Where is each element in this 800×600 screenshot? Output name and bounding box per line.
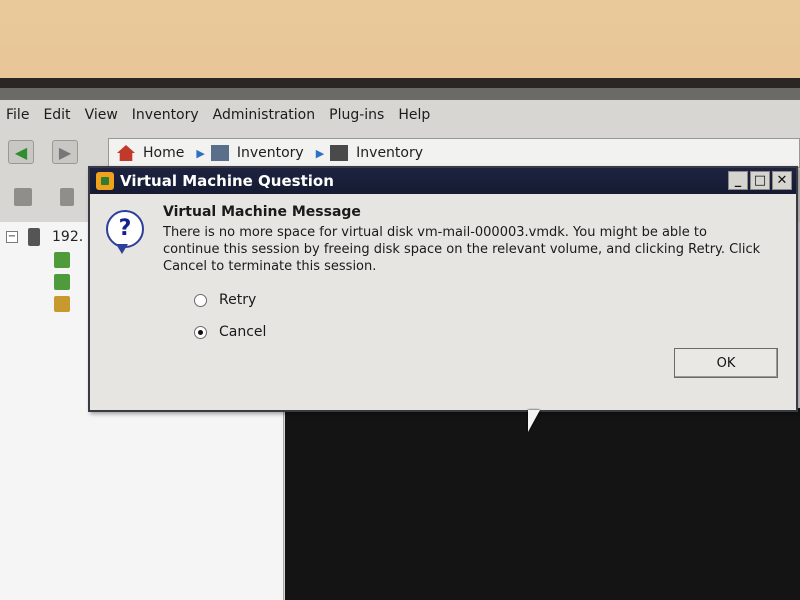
option-retry[interactable]: Retry — [194, 292, 256, 308]
breadcrumb-inventory-1[interactable]: Inventory — [210, 145, 304, 161]
breadcrumb: Home ▶ Inventory ▶ Inventory — [108, 138, 800, 168]
forward-button[interactable]: ▶ — [52, 140, 78, 164]
menu-view[interactable]: View — [85, 107, 118, 123]
retry-radio[interactable] — [194, 293, 207, 307]
message-body: There is no more space for virtual disk … — [163, 225, 761, 274]
ok-button[interactable]: OK — [674, 348, 778, 378]
window-titlebar — [0, 88, 800, 100]
inventory-icon — [330, 145, 349, 161]
menu-edit[interactable]: Edit — [43, 107, 70, 123]
back-arrow-icon: ◀ — [14, 142, 28, 162]
window-controls: _ □ ✕ — [726, 171, 792, 190]
retry-label: Retry — [219, 292, 257, 308]
breadcrumb-home-label: Home — [143, 145, 185, 161]
vm-question-dialog: Virtual Machine Question _ □ ✕ ? Virtual… — [88, 166, 798, 412]
maximize-button[interactable]: □ — [750, 171, 770, 190]
menu-plugins[interactable]: Plug-ins — [329, 107, 384, 123]
question-icon: ? — [106, 210, 144, 248]
menu-help[interactable]: Help — [398, 107, 430, 123]
vm-warning-icon — [54, 296, 70, 312]
tree-host-row[interactable]: − 192. — [6, 228, 83, 246]
question-icon-tail — [116, 244, 128, 254]
cancel-label: Cancel — [219, 324, 267, 340]
vm-icon — [54, 274, 70, 290]
tree-host-label: 192. — [52, 229, 84, 245]
back-button[interactable]: ◀ — [8, 140, 34, 164]
vsphere-app-icon — [96, 172, 114, 190]
minimize-button[interactable]: _ — [728, 171, 748, 190]
mouse-cursor-icon — [528, 410, 540, 432]
vm-icon — [54, 252, 70, 268]
tree-vm-row[interactable] — [54, 296, 70, 312]
dialog-title: Virtual Machine Question — [120, 172, 334, 190]
collapse-icon[interactable]: − — [6, 231, 18, 243]
vsphere-client-window: File Edit View Inventory Administration … — [0, 88, 800, 600]
message-title: Virtual Machine Message — [163, 204, 361, 220]
breadcrumb-inventory-label: Inventory — [236, 145, 304, 161]
tree-vm-row[interactable] — [54, 252, 70, 268]
menu-file[interactable]: File — [6, 107, 29, 123]
inventory-icon — [210, 145, 229, 161]
host-icon — [28, 228, 40, 246]
breadcrumb-separator-icon: ▶ — [315, 146, 325, 160]
menu-bar: File Edit View Inventory Administration … — [0, 102, 800, 128]
tree-vm-row[interactable] — [54, 274, 70, 290]
home-icon — [117, 145, 135, 161]
stop-icon[interactable] — [14, 188, 32, 206]
forward-arrow-icon: ▶ — [58, 142, 72, 162]
menu-inventory[interactable]: Inventory — [132, 107, 199, 123]
breadcrumb-inventory-2[interactable]: Inventory — [330, 145, 423, 161]
dialog-titlebar: Virtual Machine Question _ □ ✕ — [90, 168, 796, 194]
breadcrumb-inventory-label: Inventory — [356, 145, 424, 161]
option-cancel[interactable]: Cancel — [194, 324, 266, 340]
pause-icon[interactable] — [60, 188, 74, 206]
menu-administration[interactable]: Administration — [213, 107, 315, 123]
console-pane — [285, 408, 800, 600]
cancel-radio[interactable] — [194, 325, 207, 339]
breadcrumb-separator-icon: ▶ — [196, 146, 205, 160]
breadcrumb-home[interactable]: Home — [117, 145, 184, 161]
close-button[interactable]: ✕ — [772, 171, 792, 190]
